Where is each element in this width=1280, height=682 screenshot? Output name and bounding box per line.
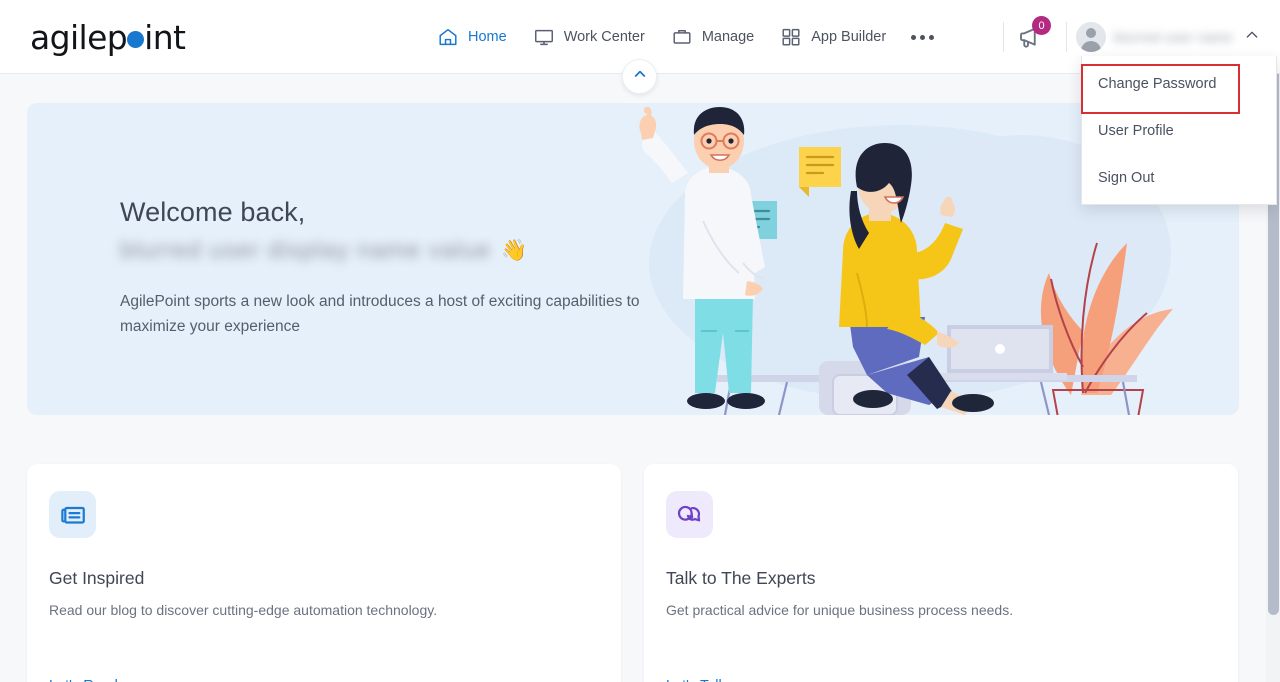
hero-greeting: Welcome back, [120, 197, 306, 227]
monitor-icon [533, 26, 555, 48]
nav-item-app-builder-label: App Builder [811, 29, 887, 45]
lets-read-link[interactable]: Let's Read › [49, 678, 126, 682]
nav-item-app-builder[interactable]: App Builder [767, 0, 899, 74]
chevron-up-icon [1244, 27, 1260, 48]
logo-dot-icon [127, 31, 145, 48]
chat-bubbles-icon [666, 491, 713, 538]
card-link-label: Let's Read [49, 678, 118, 682]
chevron-up-icon [632, 66, 648, 87]
card-link-label: Let's Talk [666, 678, 726, 682]
nav-item-home[interactable]: Home [424, 0, 520, 74]
lets-talk-link[interactable]: Let's Talk › [666, 678, 734, 682]
nav-item-home-label: Home [468, 29, 507, 45]
agilepoint-logo[interactable]: agilep int [30, 18, 186, 57]
nav-more-options-icon[interactable] [899, 0, 945, 74]
main-navigation: Home Work Center Manage App Builder [424, 0, 945, 74]
menu-item-sign-out[interactable]: Sign Out [1082, 158, 1276, 198]
card-talk-to-experts[interactable]: Talk to The Experts Get practical advice… [644, 464, 1238, 682]
header-divider-right [1066, 22, 1067, 52]
logo-text-part2: int [144, 18, 186, 57]
card-title: Get Inspired [49, 568, 145, 588]
chevron-right-icon: › [122, 679, 126, 682]
announcements-badge: 0 [1032, 16, 1051, 35]
grid-icon [780, 26, 802, 48]
nav-item-manage[interactable]: Manage [658, 0, 767, 74]
collapse-hero-button[interactable] [622, 59, 657, 94]
header-divider-left [1003, 22, 1004, 52]
main-content: Welcome back, blurred user display name … [0, 74, 1266, 682]
nav-item-work-center-label: Work Center [563, 29, 645, 45]
info-cards: Get Inspired Read our blog to discover c… [27, 464, 1239, 682]
waving-hand-icon: 👋 [501, 239, 528, 262]
newspaper-icon [49, 491, 96, 538]
nav-item-manage-label: Manage [701, 29, 755, 45]
user-account-button[interactable]: blurred user name [1076, 16, 1260, 58]
welcome-hero-banner: Welcome back, blurred user display name … [27, 103, 1239, 415]
app-root: agilep int Home Work Center Manage App B… [0, 0, 1280, 682]
hero-name-row: blurred user display name value 👋 [120, 237, 640, 265]
card-description: Read our blog to discover cutting-edge a… [49, 602, 438, 618]
user-name-label: blurred user name [1114, 29, 1232, 45]
logo-text-part1: agilep [30, 18, 128, 57]
user-dropdown-menu: Change Password User Profile Sign Out [1081, 56, 1277, 205]
announcements-button[interactable]: 0 [1016, 16, 1051, 56]
card-get-inspired[interactable]: Get Inspired Read our blog to discover c… [27, 464, 621, 682]
menu-item-user-profile[interactable]: User Profile [1082, 111, 1276, 151]
hero-user-name: blurred user display name value [120, 237, 492, 264]
hero-subtitle: AgilePoint sports a new look and introdu… [120, 293, 640, 335]
card-description: Get practical advice for unique business… [666, 602, 1014, 618]
hero-text-block: Welcome back, blurred user display name … [120, 197, 640, 339]
megaphone-icon [1016, 27, 1046, 56]
avatar-icon [1076, 22, 1106, 52]
home-icon [437, 26, 459, 48]
briefcase-icon [671, 26, 693, 48]
menu-item-change-password[interactable]: Change Password [1082, 64, 1276, 104]
chevron-right-icon: › [730, 679, 734, 682]
card-title: Talk to The Experts [666, 568, 816, 588]
